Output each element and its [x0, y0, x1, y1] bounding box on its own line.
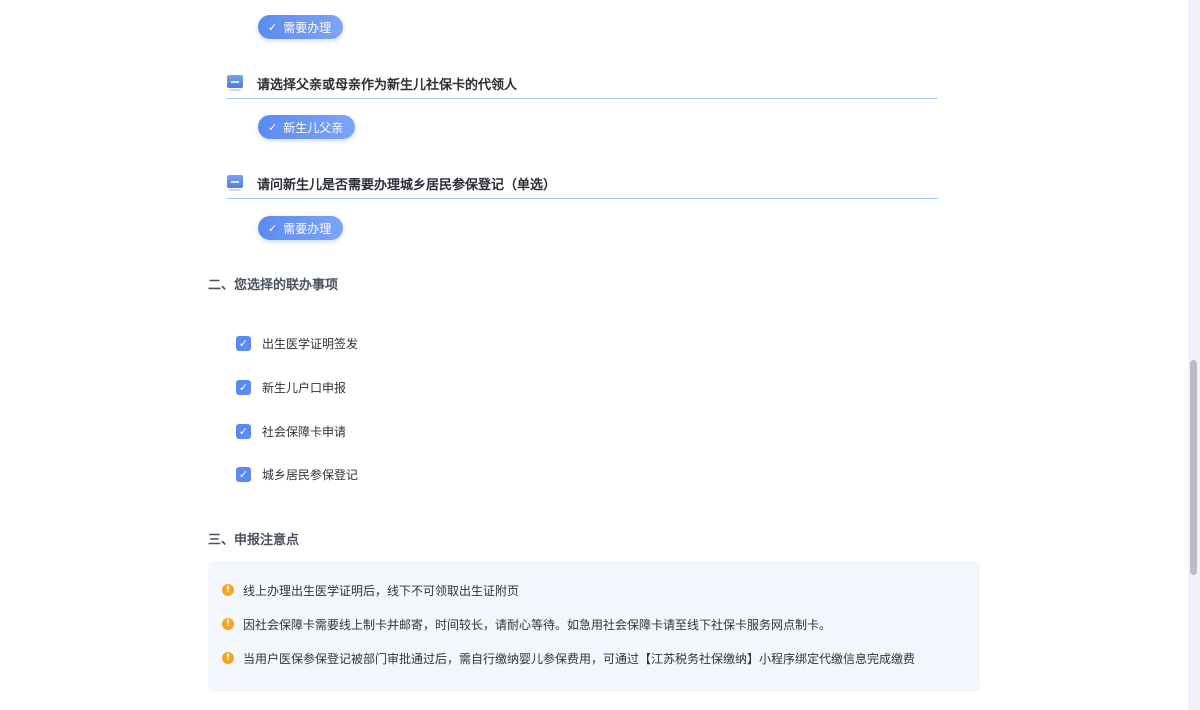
answer-chip-1[interactable]: ✓ 需要办理	[258, 15, 344, 39]
answer-chip-3[interactable]: ✓ 需要办理	[258, 216, 344, 240]
question-text: 请问新生儿是否需要办理城乡居民参保登记（单选）	[257, 178, 557, 193]
notice-text: 因社会保障卡需要线上制卡并邮寄，时间较长，请耐心等待。如急用社会保障卡请至线下社…	[243, 617, 832, 632]
joint-item-label: 新生儿户口申报	[262, 380, 347, 395]
notice-item: ! 线上办理出生医学证明后，线下不可领取出生证附页	[222, 582, 519, 598]
checkbox-checked-icon[interactable]: ✓	[236, 379, 251, 395]
checkbox-checked-icon[interactable]: ✓	[236, 335, 251, 351]
checkbox-checked-icon[interactable]: ✓	[236, 423, 251, 439]
section-joint-items-title: 二、您选择的联办事项	[208, 278, 339, 293]
warning-icon: !	[222, 652, 234, 664]
check-icon: ✓	[268, 221, 278, 235]
joint-item-checkbox[interactable]: ✓ 出生医学证明签发	[236, 335, 358, 351]
checkbox-checked-icon[interactable]: ✓	[236, 466, 251, 482]
joint-item-checkbox[interactable]: ✓ 新生儿户口申报	[236, 379, 346, 395]
message-icon	[227, 175, 243, 191]
joint-item-label: 社会保障卡申请	[262, 424, 347, 439]
answer-chip-2[interactable]: ✓ 新生儿父亲	[258, 115, 356, 139]
question-insurance: 请问新生儿是否需要办理城乡居民参保登记（单选）	[227, 175, 938, 199]
joint-item-checkbox[interactable]: ✓ 城乡居民参保登记	[236, 466, 358, 482]
answer-chip-label: 新生儿父亲	[283, 120, 344, 135]
notice-item: ! 当用户医保参保登记被部门审批通过后，需自行缴纳婴儿参保费用，可通过【江苏税务…	[222, 650, 915, 666]
notice-item: ! 因社会保障卡需要线上制卡并邮寄，时间较长，请耐心等待。如急用社会保障卡请至线…	[222, 616, 831, 632]
notice-text: 当用户医保参保登记被部门审批通过后，需自行缴纳婴儿参保费用，可通过【江苏税务社保…	[243, 651, 916, 666]
joint-item-label: 出生医学证明签发	[262, 336, 359, 351]
notice-text: 线上办理出生医学证明后，线下不可领取出生证附页	[243, 583, 520, 598]
answer-chip-label: 需要办理	[283, 221, 332, 236]
answer-chip-label: 需要办理	[283, 20, 332, 35]
question-text: 请选择父亲或母亲作为新生儿社保卡的代领人	[257, 78, 518, 93]
message-icon	[227, 75, 243, 91]
warning-icon: !	[222, 584, 234, 596]
warning-icon: !	[222, 618, 234, 630]
joint-item-label: 城乡居民参保登记	[262, 467, 359, 482]
joint-item-checkbox[interactable]: ✓ 社会保障卡申请	[236, 423, 346, 439]
notice-panel: ! 线上办理出生医学证明后，线下不可领取出生证附页 ! 因社会保障卡需要线上制卡…	[208, 561, 980, 692]
question-guardian: 请选择父亲或母亲作为新生儿社保卡的代领人	[227, 75, 938, 99]
section-notices-title: 三、申报注意点	[208, 533, 300, 548]
scrollbar-thumb[interactable]	[1190, 360, 1197, 575]
scrollbar-track[interactable]	[1188, 0, 1200, 710]
check-icon: ✓	[268, 20, 278, 34]
page-content: ✓ 需要办理 请选择父亲或母亲作为新生儿社保卡的代领人 ✓ 新生儿父亲 请问新生…	[0, 0, 1188, 710]
check-icon: ✓	[268, 120, 278, 134]
